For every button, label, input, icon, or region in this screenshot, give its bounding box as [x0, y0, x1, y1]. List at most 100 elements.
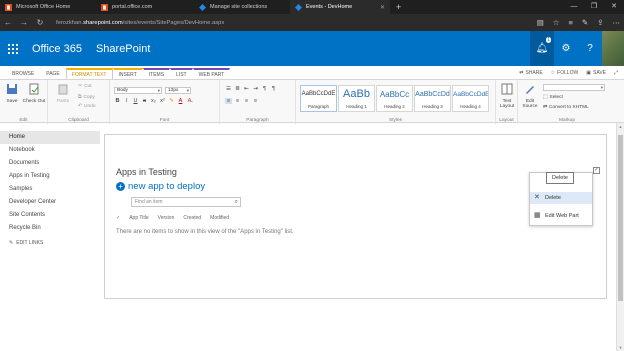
justify-icon[interactable]: ≡ [252, 98, 259, 104]
app-launcher-icon[interactable] [0, 31, 26, 66]
numbered-list-icon[interactable]: ≣ [234, 86, 241, 92]
settings-button[interactable]: ⚙ [554, 31, 578, 66]
rtl-icon[interactable]: ¶ [270, 86, 277, 92]
align-center-icon[interactable]: ≡ [234, 98, 241, 104]
notifications-button[interactable]: 🔔︎ 1 [530, 31, 554, 66]
scroll-down-icon[interactable]: ▼ [617, 345, 624, 350]
minimize-icon[interactable]: — [564, 0, 584, 14]
edit-source-button[interactable]: Edit Source [520, 83, 540, 109]
subscript-icon[interactable]: x₂ [150, 98, 157, 104]
refresh-icon[interactable]: ↻ [32, 18, 48, 27]
italic-icon[interactable]: I [123, 98, 130, 104]
nav-item-recycle-bin[interactable]: Recycle Bin [0, 222, 100, 235]
page-scrollbar[interactable]: ▲ ▼ [616, 123, 624, 351]
increase-indent-icon[interactable]: ⇥ [252, 86, 259, 92]
copy-button[interactable]: ⧉ Copy [78, 94, 95, 101]
help-button[interactable]: ? [578, 31, 602, 66]
more-icon[interactable]: ⋯ [613, 18, 621, 27]
web-part-select-checkbox[interactable]: ✓ [593, 167, 600, 174]
bold-icon[interactable]: B [114, 98, 121, 104]
share-button[interactable]: ⇄ SHARE [519, 70, 542, 76]
nav-item-developer-center[interactable]: Developer Center [0, 196, 100, 209]
column-header-app-title[interactable]: App Title [129, 215, 148, 221]
close-window-icon[interactable]: ✕ [604, 0, 624, 14]
strikethrough-icon[interactable]: a [141, 98, 148, 104]
nav-item-documents[interactable]: Documents [0, 157, 100, 170]
browser-tab[interactable]: Microsoft Office Home [0, 0, 96, 14]
scroll-up-icon[interactable]: ▲ [617, 124, 624, 129]
bullet-list-icon[interactable]: ☰ [225, 86, 232, 92]
focus-icon[interactable]: ⤢ [614, 70, 618, 76]
hub-icon[interactable]: ≡ [569, 18, 573, 27]
browser-tab[interactable]: Manage site collections [194, 0, 290, 14]
tab-web-part[interactable]: WEB PART [192, 68, 231, 79]
notes-icon[interactable]: ✎ [582, 18, 588, 27]
favorite-star-icon[interactable]: ☆ [553, 18, 560, 27]
align-right-icon[interactable]: ≡ [243, 98, 250, 104]
nav-item-home[interactable]: Home [0, 131, 100, 144]
nav-item-apps-in-testing[interactable]: Apps in Testing [0, 170, 100, 183]
find-item-input[interactable]: Find an item ⌕ [131, 197, 241, 207]
tab-insert[interactable]: INSERT [112, 68, 143, 79]
new-tab-icon[interactable]: + [390, 2, 407, 12]
decrease-indent-icon[interactable]: ⇤ [243, 86, 250, 92]
browser-tab-active[interactable]: Events - DevHome ✕ [290, 0, 390, 14]
tab-list[interactable]: LIST [170, 68, 193, 79]
tab-browse[interactable]: BROWSE [6, 68, 40, 79]
save-link-button[interactable]: ▣ SAVE [586, 70, 606, 76]
avatar[interactable] [602, 31, 624, 66]
forward-icon[interactable]: → [16, 18, 32, 27]
save-button[interactable]: Save [3, 83, 21, 104]
style-heading-2[interactable]: AaBbCc Heading 2 [376, 85, 413, 112]
paste-button[interactable]: Paste [54, 83, 72, 104]
search-icon[interactable]: ⌕ [235, 198, 238, 206]
menu-item-edit-web-part[interactable]: ▦ Edit Web Part [530, 210, 592, 222]
ltr-icon[interactable]: ¶ [261, 86, 268, 92]
highlight-icon[interactable]: ✎ [168, 98, 175, 104]
nav-item-samples[interactable]: Samples [0, 183, 100, 196]
scroll-thumb[interactable] [618, 135, 623, 301]
underline-icon[interactable]: U [132, 98, 139, 104]
reading-view-icon[interactable]: ▤ [537, 18, 544, 27]
menu-item-delete[interactable]: ✕ Delete [530, 192, 592, 204]
edit-links-button[interactable]: ✎ EDIT LINKS [0, 240, 100, 246]
column-header-created[interactable]: Created [183, 215, 201, 221]
column-header-version[interactable]: Version [158, 215, 175, 221]
nav-item-site-contents[interactable]: Site Contents [0, 209, 100, 222]
share-icon[interactable]: ⇪ [597, 18, 603, 27]
select-button[interactable]: ⬚ Select [543, 95, 563, 100]
tab-format-text[interactable]: FORMAT TEXT [65, 68, 113, 79]
markup-style-select[interactable] [543, 84, 605, 91]
style-paragraph[interactable]: AaBbCcDdE Paragraph [300, 85, 337, 112]
app-title[interactable]: SharePoint [96, 43, 150, 55]
align-left-icon[interactable]: ≡ [225, 98, 232, 104]
tab-items[interactable]: ITEMS [142, 68, 171, 79]
font-family-select[interactable]: Body [114, 87, 162, 94]
back-icon[interactable]: ← [0, 18, 16, 27]
superscript-icon[interactable]: x² [159, 98, 166, 104]
brand-title[interactable]: Office 365 [32, 43, 82, 55]
convert-xhtml-button[interactable]: ⇄ Convert to XHTML [543, 105, 589, 110]
check-out-button[interactable]: Check Out [22, 83, 46, 104]
select-all-check-icon[interactable]: ✓ [116, 215, 120, 221]
cut-button[interactable]: ✂ Cut [78, 84, 92, 89]
new-app-button[interactable]: + new app to deploy [116, 181, 205, 192]
nav-item-notebook[interactable]: Notebook [0, 144, 100, 157]
close-tab-icon[interactable]: ✕ [374, 4, 385, 11]
style-heading-4[interactable]: AaBbCcDdE Heading 4 [452, 85, 489, 112]
clear-format-icon[interactable]: A̶ [186, 98, 193, 104]
font-color-icon[interactable]: A [177, 98, 184, 104]
tab-page[interactable]: PAGE [40, 68, 66, 79]
column-header-modified[interactable]: Modified [210, 215, 229, 221]
align-row: ≡ ≡ ≡ ≡ [225, 98, 259, 104]
web-part-title[interactable]: Apps in Testing [116, 167, 177, 177]
url-field[interactable]: ferozkhan.sharepoint.com/sites/events/Si… [56, 20, 224, 26]
follow-button[interactable]: ☆ FOLLOW [551, 70, 579, 76]
font-size-select[interactable]: 13px [165, 87, 191, 94]
undo-button[interactable]: ↶ Undo [78, 104, 96, 109]
style-heading-1[interactable]: AaBb Heading 1 [338, 85, 375, 112]
style-heading-3[interactable]: AaBbCcDd Heading 3 [414, 85, 451, 112]
maximize-icon[interactable]: ❐ [584, 0, 604, 14]
text-layout-button[interactable]: Text Layout [497, 83, 517, 109]
browser-tab[interactable]: portal.office.com [96, 0, 194, 14]
